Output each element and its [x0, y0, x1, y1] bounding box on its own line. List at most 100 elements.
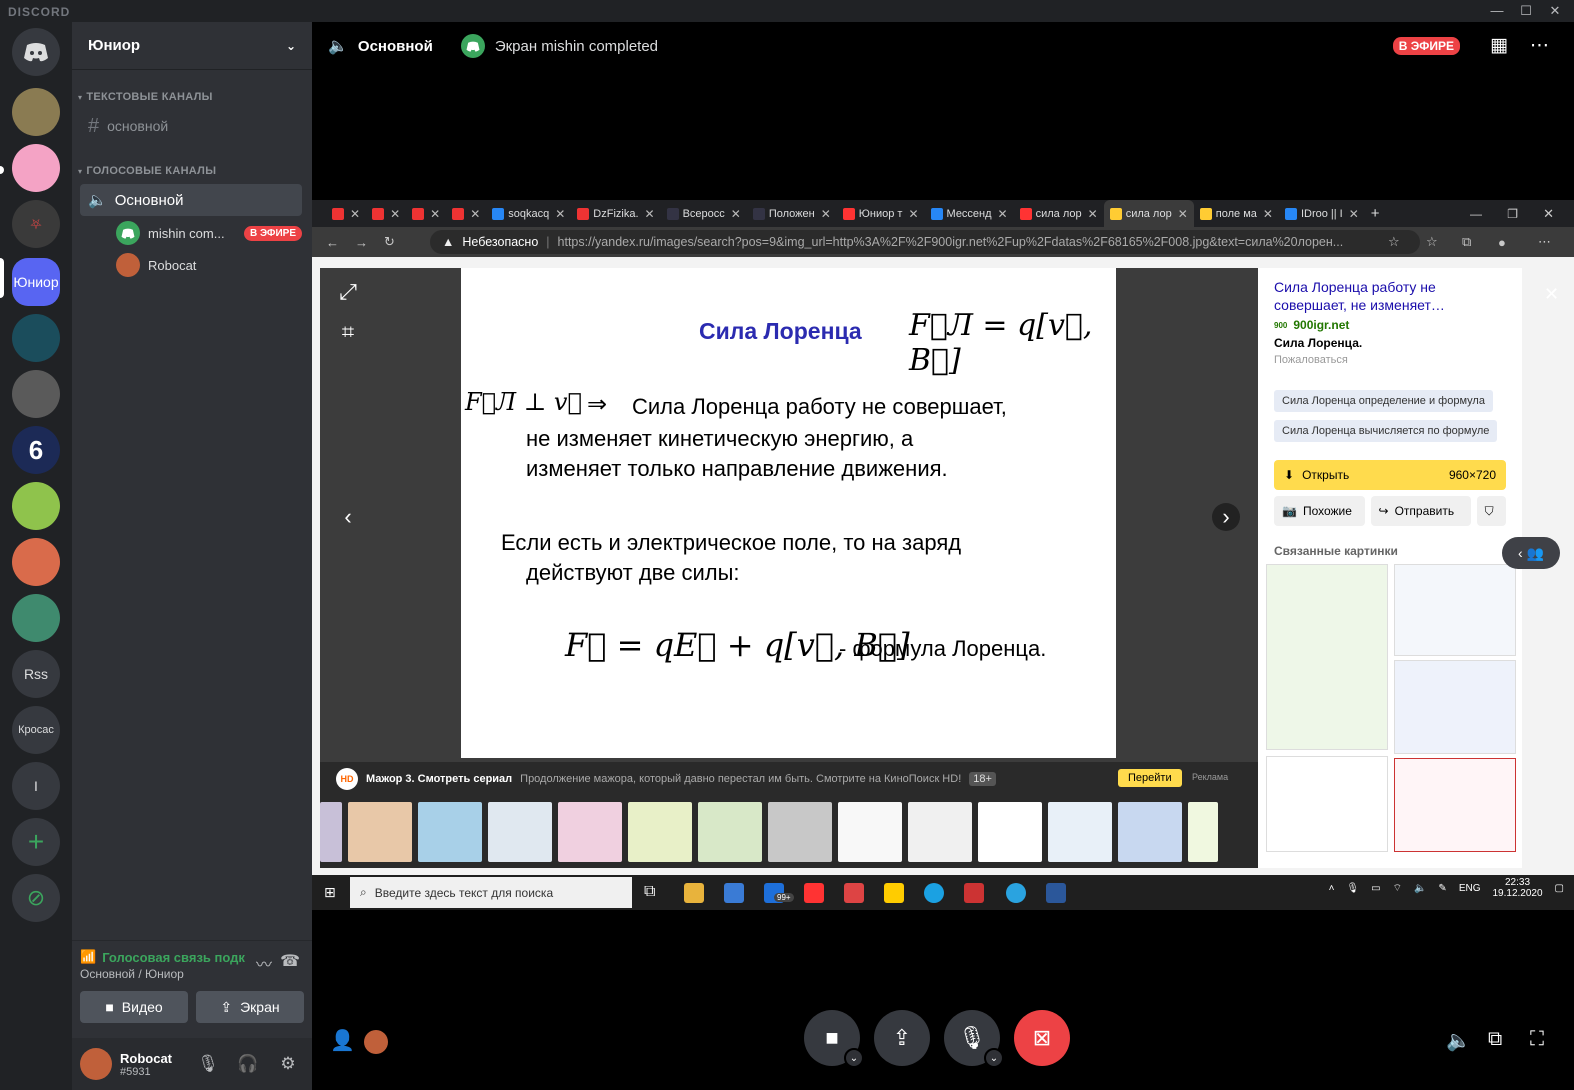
reload-icon[interactable]: ↻ [384, 234, 395, 250]
next-image-button[interactable]: › [1212, 503, 1240, 531]
taskbar-search[interactable]: ⌕ Введите здесь текст для поиска [350, 877, 632, 908]
server-krosas[interactable]: Кросас [12, 706, 60, 754]
favorites-icon[interactable]: ☆ [1426, 234, 1438, 250]
close-icon[interactable]: ✕ [390, 207, 400, 221]
collections-icon[interactable]: ⧉ [1462, 234, 1471, 250]
close-icon[interactable]: ✕ [430, 207, 440, 221]
voice-user-mishin[interactable]: mishin com... В ЭФИРЕ [116, 219, 302, 247]
browser-tab[interactable]: сила лор ✕ [1014, 200, 1104, 227]
address-bar[interactable]: ▲ Небезопасно | https://yandex.ru/images… [430, 230, 1420, 254]
mute-button[interactable]: 🎙 ⌄ [944, 1010, 1004, 1068]
word-icon[interactable] [1046, 883, 1066, 903]
browser-tab[interactable]: ✕ [446, 200, 486, 227]
more-icon[interactable]: ⋯ [1530, 34, 1549, 57]
browser-tab[interactable]: ✕ [406, 200, 446, 227]
camera-button[interactable]: ■ ⌄ [804, 1010, 864, 1068]
gear-icon[interactable]: ⚙ [272, 1048, 304, 1080]
browser-tab[interactable]: Всеросс ✕ [661, 200, 747, 227]
close-icon[interactable]: ✕ [731, 207, 741, 221]
server-active-junior[interactable]: Юниор [12, 258, 60, 306]
browser-tab[interactable]: поле ма ✕ [1194, 200, 1279, 227]
close-button[interactable]: ✕ [1540, 2, 1570, 20]
more-icon[interactable]: ⋯ [1538, 234, 1551, 250]
notifications-icon[interactable]: ▢ [1555, 883, 1564, 894]
close-icon[interactable]: ✕ [555, 207, 565, 221]
browser-tab[interactable]: Юниор т ✕ [837, 200, 925, 227]
close-icon[interactable]: ✕ [470, 207, 480, 221]
popout-icon[interactable]: ⧉ [1488, 1028, 1502, 1051]
browser-tab[interactable]: IDroo || I ✕ [1279, 200, 1365, 227]
grid-layout-icon[interactable]: ▦ [1490, 34, 1508, 57]
microphone-icon[interactable]: 🎙 [1346, 883, 1359, 894]
close-panel-icon[interactable]: ✕ [1544, 284, 1559, 305]
ad-banner[interactable]: HD Мажор 3. Смотреть сериал Продолжение … [320, 762, 1258, 796]
yandex-browser-icon[interactable] [804, 883, 824, 903]
avatar[interactable] [80, 1048, 112, 1080]
close-icon[interactable]: ✕ [908, 207, 918, 221]
browser-tab[interactable]: ✕ [366, 200, 406, 227]
leave-call-button[interactable]: ⊠ [1014, 1010, 1070, 1066]
server-icon-5[interactable] [12, 314, 60, 362]
screen-share-button[interactable]: ⇪ Экран [196, 991, 304, 1023]
store-icon[interactable] [724, 883, 744, 903]
voice-channel-osnovnoy[interactable]: 🔈 Основной [80, 184, 302, 216]
back-icon[interactable]: ← [326, 235, 339, 250]
voice-user-robocat[interactable]: Robocat [116, 251, 302, 279]
profile-icon[interactable]: ● [1498, 235, 1506, 250]
wifi-icon[interactable]: ⌔ [1393, 882, 1402, 895]
thumbnail[interactable] [698, 802, 762, 862]
app-icon[interactable] [884, 883, 904, 903]
voice-category[interactable]: ▾ ГОЛОСОВЫЕ КАНАЛЫ [78, 165, 216, 177]
thumbnail[interactable] [1188, 802, 1218, 862]
task-view-icon[interactable]: ⧉ [644, 883, 655, 901]
thumbnail[interactable] [908, 802, 972, 862]
battery-icon[interactable]: ▭ [1371, 883, 1380, 894]
volume-icon[interactable]: 🔈 [1414, 883, 1426, 894]
chevron-down-icon[interactable]: ⌄ [984, 1048, 1004, 1068]
open-image-button[interactable]: ⬇ Открыть 960×720 [1274, 460, 1506, 490]
file-explorer-icon[interactable] [684, 883, 704, 903]
server-icon-10[interactable] [12, 594, 60, 642]
edge-icon[interactable] [924, 883, 944, 903]
related-image[interactable] [1266, 564, 1388, 750]
thumbnail[interactable] [558, 802, 622, 862]
fullscreen-icon[interactable]: ⤢ [334, 278, 362, 306]
similar-button[interactable]: 📷 Похожие [1274, 496, 1365, 526]
thumbnail[interactable] [488, 802, 552, 862]
browser-tab[interactable]: soqkacq ✕ [486, 200, 571, 227]
fullscreen-icon[interactable]: ⛶ [1530, 1028, 1544, 1051]
add-server-button[interactable]: + [12, 818, 60, 866]
text-category[interactable]: ▾ ТЕКСТОВЫЕ КАНАЛЫ [78, 91, 213, 103]
shared-screen[interactable]: ✕ ✕ ✕ ✕ soqkacq ✕ DzFizika. ✕ Всеросс ✕ Пол… [312, 200, 1574, 910]
language-indicator[interactable]: ENG [1459, 883, 1481, 894]
minimize-icon[interactable]: — [1470, 207, 1482, 221]
server-icon-7[interactable]: 6 [12, 426, 60, 474]
thumbnail[interactable] [418, 802, 482, 862]
star-icon[interactable]: ☆ [1388, 234, 1400, 250]
headphones-icon[interactable]: 🎧 [232, 1048, 264, 1080]
close-icon[interactable]: ✕ [998, 207, 1008, 221]
crop-icon[interactable]: ⌗ [334, 318, 362, 346]
thumbnail[interactable] [978, 802, 1042, 862]
close-icon[interactable]: ✕ [350, 207, 360, 221]
text-channel-osnovnoy[interactable]: # основной [80, 110, 302, 142]
tray-chevron-icon[interactable]: ˄ [1329, 883, 1335, 894]
collapse-panel-button[interactable]: ‹ 👥 [1502, 537, 1560, 569]
close-icon[interactable]: ✕ [1349, 207, 1359, 221]
browser-tab[interactable]: Мессенд ✕ [925, 200, 1014, 227]
server-icon-1[interactable] [12, 88, 60, 136]
video-button[interactable]: ■ Видео [80, 991, 188, 1023]
close-icon[interactable]: ✕ [1543, 206, 1554, 222]
image-source-title[interactable]: Сила Лоренца работу не совершает, не изм… [1274, 278, 1506, 314]
server-i[interactable]: I [12, 762, 60, 810]
invite-user-icon[interactable]: 👤 [330, 1028, 355, 1053]
thumbnail[interactable] [1048, 802, 1112, 862]
participant-avatar[interactable] [364, 1030, 388, 1054]
home-button[interactable] [12, 28, 60, 76]
browser-tab[interactable]: ✕ [326, 200, 366, 227]
related-image[interactable] [1394, 564, 1516, 656]
restore-icon[interactable]: ❐ [1507, 207, 1518, 221]
related-query-chip[interactable]: Сила Лоренца вычисляется по формуле [1274, 420, 1498, 442]
server-icon-9[interactable] [12, 538, 60, 586]
server-rss[interactable]: Rss [12, 650, 60, 698]
